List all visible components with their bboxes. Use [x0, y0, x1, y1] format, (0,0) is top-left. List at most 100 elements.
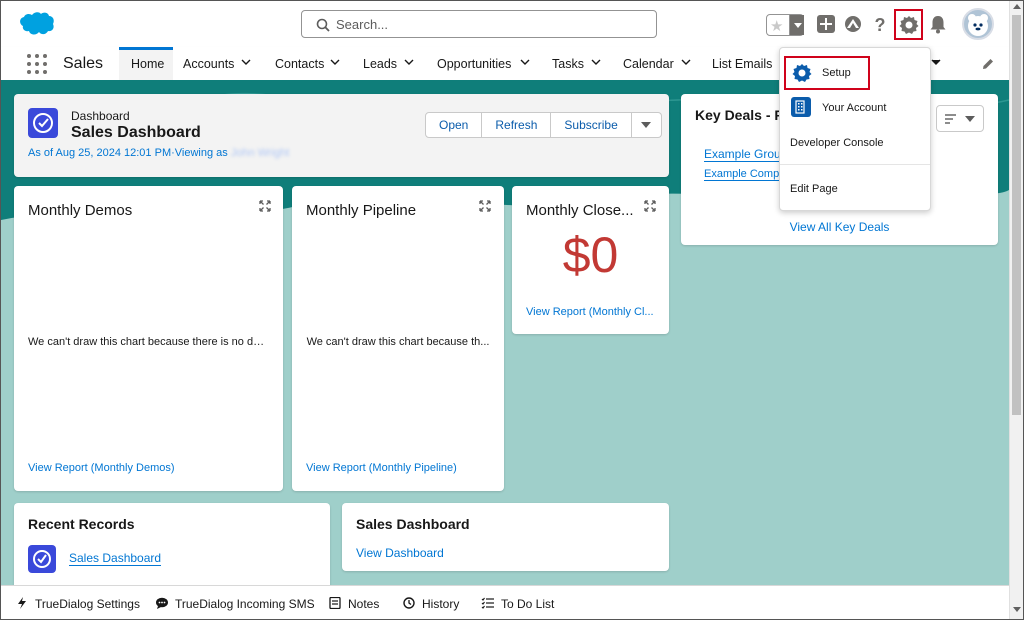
chevron-down-icon[interactable] [241, 57, 251, 67]
open-button[interactable]: Open [425, 112, 483, 138]
dashboard-as-of: As of Aug 25, 2024 12:01 PM·Viewing as J… [28, 147, 289, 159]
tab-leads[interactable]: Leads [353, 47, 425, 80]
tab-label: Accounts [183, 57, 235, 71]
global-search-input[interactable]: Search... [301, 10, 657, 38]
sort-button[interactable] [936, 105, 984, 132]
menu-item-label: Your Account [822, 102, 887, 114]
user-avatar[interactable] [962, 8, 994, 40]
chevron-down-icon[interactable] [330, 57, 340, 67]
scroll-up-arrow-icon[interactable] [1013, 4, 1021, 9]
utility-item-notes[interactable]: Notes [328, 597, 379, 611]
subscribe-button[interactable]: Subscribe [551, 112, 632, 138]
checklist-icon [481, 597, 494, 609]
global-actions-add-icon[interactable] [816, 14, 836, 34]
tab-label: Home [131, 57, 165, 71]
widget-monthly-pipeline: Monthly Pipeline We can't draw this char… [292, 186, 504, 491]
dashboard-title: Sales Dashboard [71, 124, 201, 141]
expand-icon[interactable] [479, 200, 491, 212]
chevron-down-icon[interactable] [681, 57, 691, 67]
salesforce-logo[interactable] [17, 11, 55, 37]
chevron-down-icon[interactable] [520, 57, 530, 67]
chevron-down-icon[interactable] [591, 57, 601, 67]
sales-dashboard-card: Sales Dashboard View Dashboard [342, 503, 669, 571]
setup-gear-icon[interactable] [899, 15, 919, 35]
view-report-link[interactable]: View Report (Monthly Pipeline) [306, 462, 492, 474]
tab-label: List Emails [712, 57, 773, 71]
widget-monthly-closed: Monthly Close... $0 View Report (Monthly… [512, 186, 669, 334]
scrollbar-thumb[interactable] [1012, 15, 1021, 415]
widget-title: Monthly Demos [28, 202, 133, 219]
view-all-key-deals-link[interactable]: View All Key Deals [681, 220, 998, 234]
menu-divider [780, 164, 930, 165]
utility-item-truedialog-sms[interactable]: TrueDialog Incoming SMS [155, 597, 315, 611]
tab-tasks[interactable]: Tasks [541, 47, 609, 80]
chevron-down-icon [965, 116, 975, 122]
more-tabs-chevron-icon[interactable] [931, 57, 941, 67]
key-deals-title: Key Deals - R [695, 107, 785, 123]
page-scrollbar[interactable] [1009, 1, 1023, 619]
dashboard-actions: Open Refresh Subscribe [425, 112, 662, 138]
utility-item-label: TrueDialog Incoming SMS [175, 597, 315, 611]
app-window: Search... ★ ? Sales Home Accounts Contac… [0, 0, 1024, 620]
tab-list-emails[interactable]: List Emails [701, 47, 779, 80]
search-placeholder: Search... [336, 17, 389, 32]
utility-item-history[interactable]: History [402, 597, 459, 611]
view-dashboard-link[interactable]: View Dashboard [356, 546, 444, 560]
tab-contacts[interactable]: Contacts [263, 47, 351, 80]
metric-value[interactable]: $0 [512, 226, 669, 284]
account-building-icon [791, 97, 811, 117]
as-of-text: As of Aug 25, 2024 12:01 PM·Viewing as [28, 147, 228, 159]
lightning-bolt-icon [18, 597, 26, 609]
app-launcher-icon[interactable] [27, 54, 47, 74]
expand-icon[interactable] [644, 200, 656, 212]
tab-label: Contacts [275, 57, 325, 71]
expand-icon[interactable] [259, 200, 271, 212]
utility-bar: TrueDialog Settings TrueDialog Incoming … [1, 585, 1009, 619]
scroll-down-arrow-icon[interactable] [1013, 607, 1021, 612]
menu-item-setup[interactable]: Setup [780, 59, 930, 87]
key-deal-link[interactable]: Example Compa [704, 168, 786, 181]
tab-opportunities[interactable]: Opportunities [427, 47, 539, 80]
widget-title: Monthly Pipeline [306, 202, 417, 219]
edit-nav-pencil-icon[interactable] [981, 57, 995, 71]
menu-item-label: Developer Console [790, 137, 884, 149]
setup-menu: Setup Your Account Developer Console Edi… [779, 47, 931, 211]
utility-item-label: Notes [348, 597, 380, 611]
dashboard-kicker: Dashboard [71, 109, 130, 123]
recent-records-title: Recent Records [28, 516, 135, 532]
notifications-bell-icon[interactable] [928, 14, 948, 34]
no-data-message: We can't draw this chart because there i… [28, 336, 272, 348]
tab-label: Calendar [623, 57, 674, 71]
tab-label: Leads [363, 57, 398, 71]
app-name: Sales [63, 55, 104, 72]
no-data-message: We can't draw this chart because th... [306, 336, 490, 348]
chevron-down-icon[interactable] [404, 57, 414, 67]
tab-accounts[interactable]: Accounts [173, 47, 261, 80]
utility-item-truedialog-settings[interactable]: TrueDialog Settings [15, 597, 140, 611]
menu-item-your-account[interactable]: Your Account [780, 94, 930, 122]
dashboard-icon [28, 108, 58, 138]
tab-calendar[interactable]: Calendar [611, 47, 699, 80]
menu-item-developer-console[interactable]: Developer Console [780, 129, 930, 157]
astro-avatar-icon [968, 14, 988, 36]
favorites-button[interactable]: ★ [766, 14, 804, 36]
more-actions-button[interactable] [631, 112, 662, 138]
recent-record-link[interactable]: Sales Dashboard [69, 551, 162, 566]
trailhead-icon[interactable] [843, 14, 863, 34]
tab-home[interactable]: Home [119, 47, 173, 80]
favorites-dropdown-button[interactable] [789, 15, 804, 35]
viewing-as-user[interactable]: John Wright [231, 147, 290, 159]
svg-text:?: ? [875, 15, 886, 34]
view-report-link[interactable]: View Report (Monthly Cl... [526, 306, 660, 318]
menu-item-edit-page[interactable]: Edit Page [780, 175, 930, 203]
utility-item-label: TrueDialog Settings [35, 597, 140, 611]
widget-monthly-demos: Monthly Demos We can't draw this chart b… [14, 186, 283, 491]
key-deal-link[interactable]: Example Group [704, 147, 788, 162]
sort-icon [945, 114, 956, 124]
clock-icon [403, 597, 415, 609]
help-icon[interactable]: ? [870, 14, 890, 34]
view-report-link[interactable]: View Report (Monthly Demos) [28, 462, 268, 474]
utility-item-todo-list[interactable]: To Do List [481, 597, 554, 611]
refresh-button[interactable]: Refresh [482, 112, 552, 138]
favorites-star-icon[interactable]: ★ [770, 17, 783, 35]
